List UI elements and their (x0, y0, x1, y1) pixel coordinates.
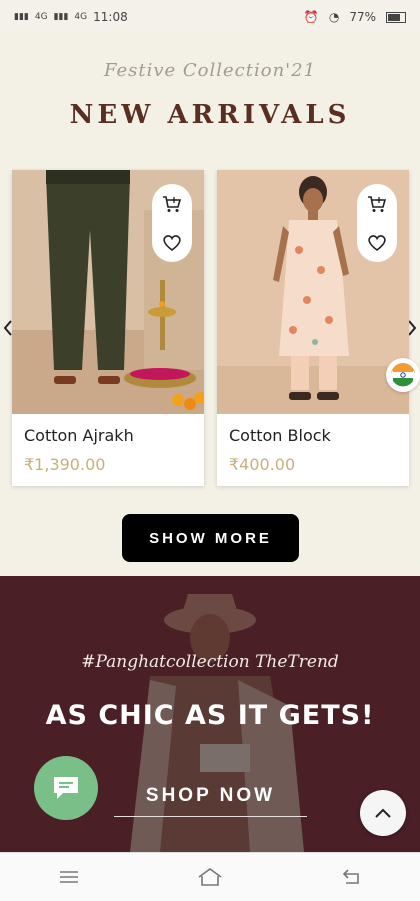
status-bar: ▮▮▮ 4G ▮▮▮ 4G 11:08 ⏰ ◔ 77% (0, 0, 420, 34)
chat-button[interactable] (34, 756, 98, 820)
product-image[interactable] (12, 170, 204, 414)
system-navigation-bar (0, 852, 420, 901)
india-flag-icon[interactable] (386, 358, 420, 392)
chevron-up-icon (375, 808, 391, 818)
signal-icon: ▮▮▮ (14, 12, 29, 22)
product-actions (357, 184, 397, 262)
home-icon[interactable] (197, 867, 223, 887)
product-card[interactable]: Cotton Block ₹400.00 (217, 170, 409, 486)
banner-heading: AS CHIC AS IT GETS! (45, 700, 375, 731)
status-time: 11:08 (93, 10, 128, 24)
scroll-to-top-button[interactable] (360, 790, 406, 836)
menu-icon[interactable] (58, 869, 80, 885)
wifi-icon: ◔ (328, 10, 340, 24)
chat-icon (54, 777, 78, 799)
heart-icon[interactable] (162, 234, 182, 252)
product-price: ₹400.00 (229, 455, 296, 474)
network-type-2: 4G (74, 12, 88, 22)
product-name[interactable]: Cotton Block (229, 426, 331, 445)
heart-icon[interactable] (367, 234, 387, 252)
back-icon[interactable] (340, 868, 362, 886)
show-more-button[interactable]: SHOW MORE (122, 514, 299, 562)
alarm-icon: ⏰ (303, 10, 319, 24)
cart-icon[interactable] (367, 195, 387, 213)
product-image[interactable] (217, 170, 409, 414)
battery-percent: 77% (349, 10, 376, 24)
banner-hashtag: #Panghatcollection TheTrend (81, 652, 339, 672)
product-name[interactable]: Cotton Ajrakh (24, 426, 134, 445)
section-title: NEW ARRIVALS (69, 100, 351, 130)
shop-now-button[interactable]: SHOP NOW (114, 776, 307, 817)
cart-icon[interactable] (162, 195, 182, 213)
collection-tagline: Festive Collection'21 (103, 60, 317, 81)
signal-icon-2: ▮▮▮ (53, 12, 69, 22)
product-actions (152, 184, 192, 262)
status-left: ▮▮▮ 4G ▮▮▮ 4G 11:08 (14, 10, 128, 24)
status-right: ⏰ ◔ 77% (304, 10, 406, 24)
product-price: ₹1,390.00 (24, 455, 106, 474)
new-arrivals-section: Festive Collection'21 NEW ARRIVALS Cotto… (0, 34, 420, 576)
network-type-1: 4G (34, 12, 48, 22)
battery-icon (386, 11, 406, 23)
product-card[interactable]: Cotton Ajrakh ₹1,390.00 (12, 170, 204, 486)
